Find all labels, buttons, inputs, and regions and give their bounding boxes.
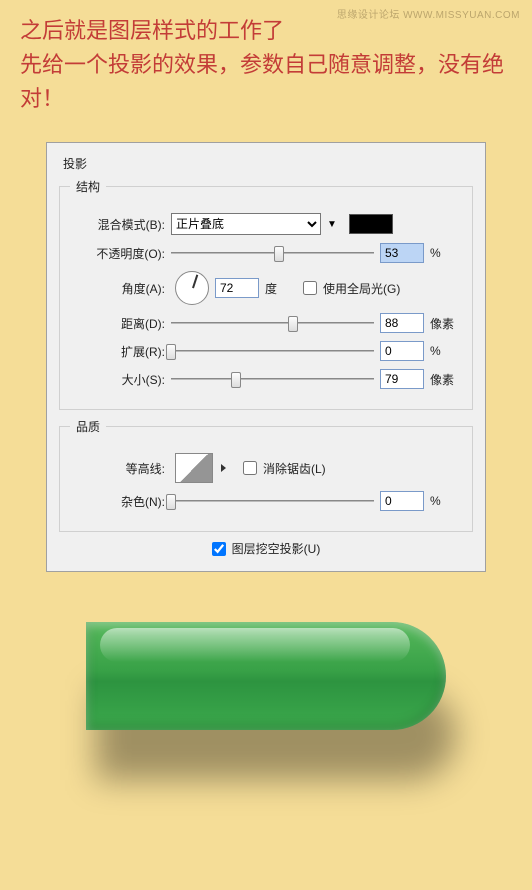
blend-mode-row: 混合模式(B): 正片叠底 ▼: [70, 213, 462, 235]
watermark-text: 思缘设计论坛 WWW.MISSYUAN.COM: [337, 6, 520, 21]
distance-slider[interactable]: [171, 314, 374, 332]
contour-row: 等高线: 消除锯齿(L): [70, 453, 462, 483]
angle-dial[interactable]: [175, 271, 209, 305]
anti-alias-label: 消除锯齿(L): [263, 460, 326, 477]
angle-label: 角度(A):: [70, 280, 165, 297]
knockout-checkbox[interactable]: [212, 542, 226, 556]
panel-title: 投影: [63, 155, 473, 172]
layer-style-panel: 投影 结构 混合模式(B): 正片叠底 ▼ 不透明度(O): % 角度(A):: [46, 142, 486, 572]
pill-highlight: [100, 628, 410, 662]
size-unit: 像素: [430, 371, 462, 388]
angle-unit: 度: [265, 280, 297, 297]
contour-label: 等高线:: [70, 460, 165, 477]
quality-legend: 品质: [70, 418, 106, 435]
result-preview: [86, 622, 446, 730]
size-row: 大小(S): 像素: [70, 369, 462, 389]
noise-row: 杂色(N): %: [70, 491, 462, 511]
opacity-slider[interactable]: [171, 244, 374, 262]
noise-slider[interactable]: [171, 492, 374, 510]
opacity-label: 不透明度(O):: [70, 245, 165, 262]
anti-alias-checkbox[interactable]: [243, 461, 257, 475]
size-input[interactable]: [380, 369, 424, 389]
spread-row: 扩展(R): %: [70, 341, 462, 361]
opacity-unit: %: [430, 246, 462, 260]
knockout-label: 图层挖空投影(U): [232, 540, 321, 557]
distance-label: 距离(D):: [70, 315, 165, 332]
opacity-row: 不透明度(O): %: [70, 243, 462, 263]
noise-input[interactable]: [380, 491, 424, 511]
structure-legend: 结构: [70, 178, 106, 195]
angle-input[interactable]: [215, 278, 259, 298]
noise-unit: %: [430, 494, 462, 508]
blend-mode-label: 混合模式(B):: [70, 216, 165, 233]
contour-picker[interactable]: [175, 453, 213, 483]
distance-unit: 像素: [430, 315, 462, 332]
size-slider[interactable]: [171, 370, 374, 388]
noise-label: 杂色(N):: [70, 493, 165, 510]
angle-row: 角度(A): 度 使用全局光(G): [70, 271, 462, 305]
distance-row: 距离(D): 像素: [70, 313, 462, 333]
green-pill-shape: [86, 622, 446, 730]
opacity-input[interactable]: [380, 243, 424, 263]
spread-input[interactable]: [380, 341, 424, 361]
spread-unit: %: [430, 344, 462, 358]
shadow-color-swatch[interactable]: [349, 214, 393, 234]
size-label: 大小(S):: [70, 371, 165, 388]
distance-input[interactable]: [380, 313, 424, 333]
knockout-row: 图层挖空投影(U): [59, 540, 473, 557]
quality-group: 品质 等高线: 消除锯齿(L) 杂色(N): %: [59, 418, 473, 532]
global-light-label: 使用全局光(G): [323, 280, 400, 297]
spread-slider[interactable]: [171, 342, 374, 360]
spread-label: 扩展(R):: [70, 343, 165, 360]
blend-mode-select[interactable]: 正片叠底: [171, 213, 321, 235]
structure-group: 结构 混合模式(B): 正片叠底 ▼ 不透明度(O): % 角度(A): 度: [59, 178, 473, 410]
global-light-checkbox[interactable]: [303, 281, 317, 295]
